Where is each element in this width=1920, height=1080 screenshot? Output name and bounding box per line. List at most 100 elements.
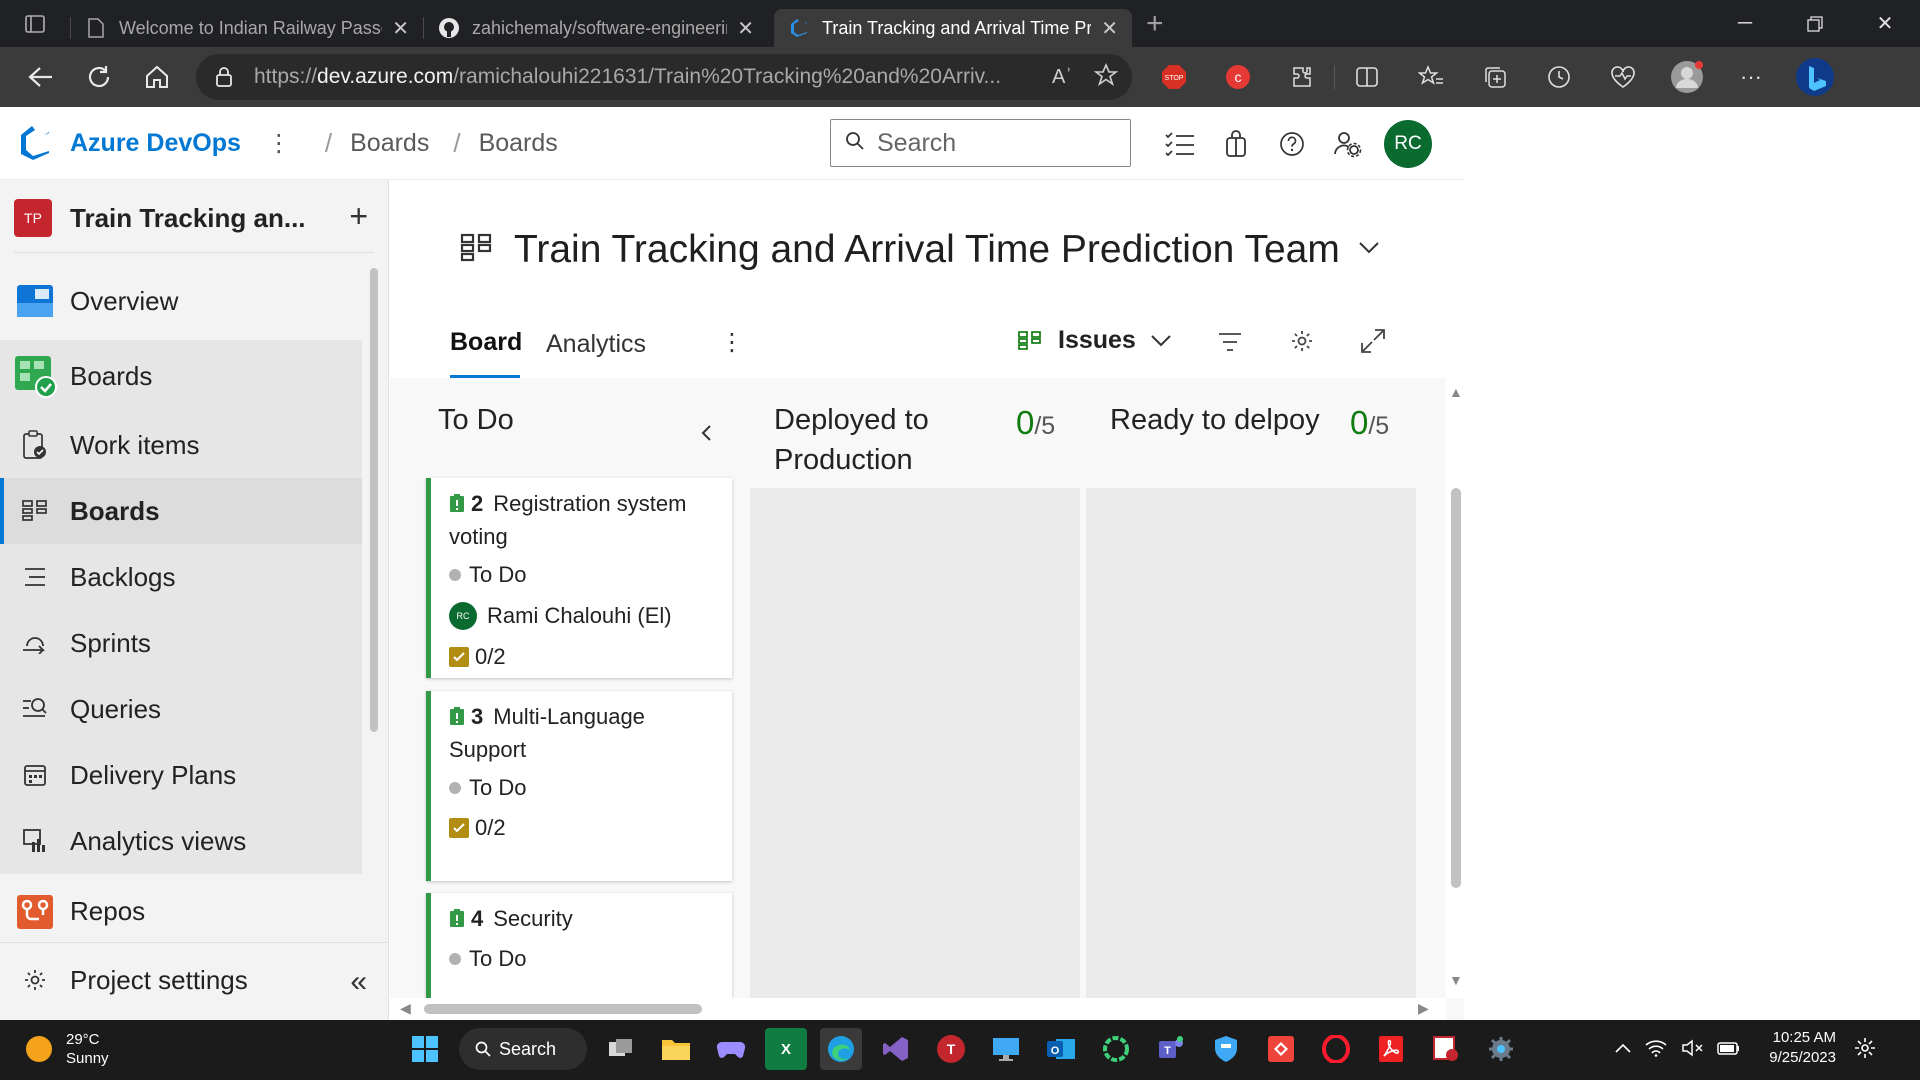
remote-desktop-icon[interactable]: [985, 1028, 1027, 1070]
extension-c-icon[interactable]: c: [1206, 52, 1270, 102]
fullscreen-icon[interactable]: [1360, 328, 1386, 359]
close-window-icon[interactable]: ✕: [1850, 0, 1920, 47]
scrollbar-thumb[interactable]: [1451, 488, 1461, 888]
notification-settings-icon[interactable]: [1854, 1037, 1876, 1059]
card-title[interactable]: 2 Registration system voting: [449, 488, 718, 552]
close-tab-icon[interactable]: ✕: [1101, 16, 1118, 41]
scroll-left-icon[interactable]: ◀: [400, 1000, 411, 1017]
stop-ads-extension-icon[interactable]: STOP: [1142, 52, 1206, 102]
back-icon[interactable]: [16, 52, 66, 102]
new-tab-icon[interactable]: +: [1146, 7, 1164, 41]
search-box[interactable]: [830, 119, 1131, 167]
t-app-icon[interactable]: T: [930, 1028, 972, 1070]
task-list-icon[interactable]: [1152, 121, 1208, 167]
user-avatar[interactable]: RC: [1384, 120, 1432, 168]
browser-essentials-icon[interactable]: [1591, 52, 1655, 102]
browser-tab-railway[interactable]: Welcome to Indian Railway Passe ✕: [71, 9, 423, 47]
anydesk-icon[interactable]: [1260, 1028, 1302, 1070]
work-item-card[interactable]: 3 Multi-Language Support To Do 0/2: [426, 691, 732, 881]
settings-gear-icon[interactable]: [1290, 329, 1314, 358]
teams-icon[interactable]: T: [1150, 1028, 1192, 1070]
collections-icon[interactable]: [1463, 52, 1527, 102]
taskbar-search[interactable]: Search: [459, 1028, 587, 1070]
more-options-icon[interactable]: ···: [1719, 52, 1783, 102]
system-clock[interactable]: 10:25 AM 9/25/2023: [1769, 1028, 1836, 1068]
file-explorer-icon[interactable]: [655, 1028, 697, 1070]
address-field[interactable]: https://dev.azure.com/ramichalouhi221631…: [196, 54, 1132, 100]
card-child-tasks[interactable]: 0/2: [449, 815, 718, 841]
tab-analytics[interactable]: Analytics: [546, 310, 646, 378]
board-horizontal-scrollbar[interactable]: ◀ ▶: [390, 998, 1446, 1020]
collapse-nav-icon[interactable]: «: [350, 965, 367, 999]
nav-item-sprints[interactable]: Sprints: [0, 610, 362, 676]
card-title[interactable]: 3 Multi-Language Support: [449, 701, 718, 765]
nav-item-repos[interactable]: Repos: [0, 880, 362, 942]
nav-item-overview[interactable]: Overview: [0, 268, 362, 334]
nav-item-delivery-plans[interactable]: Delivery Plans: [0, 742, 362, 808]
azure-devops-logo-icon[interactable]: [14, 122, 56, 164]
chevron-down-icon[interactable]: [1358, 241, 1380, 260]
ring-app-icon[interactable]: [1095, 1028, 1137, 1070]
profile-avatar-icon[interactable]: [1655, 52, 1719, 102]
scroll-right-icon[interactable]: ▶: [1418, 1000, 1429, 1017]
visual-studio-icon[interactable]: [875, 1028, 917, 1070]
minimize-icon[interactable]: ─: [1710, 0, 1780, 47]
search-input[interactable]: [877, 128, 1107, 158]
shield-app-icon[interactable]: [1205, 1028, 1247, 1070]
ado-brand[interactable]: Azure DevOps: [70, 129, 241, 158]
nav-scrollbar[interactable]: [370, 268, 378, 732]
weather-widget[interactable]: 29°C Sunny: [26, 1030, 109, 1068]
outlook-icon[interactable]: O: [1040, 1028, 1082, 1070]
chevron-up-icon[interactable]: [1615, 1043, 1631, 1053]
nav-item-queries[interactable]: Queries: [0, 676, 362, 742]
marketplace-bag-icon[interactable]: [1208, 121, 1264, 167]
breadcrumb-boards-hub[interactable]: Boards: [350, 129, 429, 158]
favorites-icon[interactable]: [1399, 52, 1463, 102]
volume-muted-icon[interactable]: [1681, 1039, 1703, 1057]
more-actions-icon[interactable]: ⋮: [720, 328, 744, 357]
task-view-icon[interactable]: [600, 1028, 642, 1070]
favorite-star-icon[interactable]: [1093, 62, 1119, 92]
acrobat-icon[interactable]: [1370, 1028, 1412, 1070]
user-settings-icon[interactable]: [1320, 121, 1376, 167]
lock-icon[interactable]: [212, 65, 236, 89]
backlog-level-dropdown[interactable]: Issues: [1018, 326, 1172, 355]
opera-icon[interactable]: [1315, 1028, 1357, 1070]
project-name[interactable]: Train Tracking an...: [70, 203, 306, 234]
bing-copilot-icon[interactable]: [1783, 52, 1847, 102]
work-item-title[interactable]: Security: [493, 906, 572, 931]
work-item-card[interactable]: 4 Security To Do: [426, 893, 732, 998]
nav-item-boards[interactable]: Boards: [0, 478, 362, 544]
chevron-left-icon[interactable]: [700, 424, 712, 447]
work-item-title[interactable]: Registration system voting: [449, 491, 686, 549]
project-selector[interactable]: TP Train Tracking an... +: [14, 196, 374, 240]
browser-tab-azure-devops[interactable]: Train Tracking and Arrival Time Pr ✕: [774, 9, 1132, 47]
refresh-icon[interactable]: [74, 52, 124, 102]
battery-icon[interactable]: [1717, 1040, 1741, 1056]
nav-item-backlogs[interactable]: Backlogs: [0, 544, 362, 610]
team-selector[interactable]: Train Tracking and Arrival Time Predicti…: [460, 228, 1380, 272]
nav-item-boards-hub[interactable]: Boards: [0, 340, 362, 412]
add-icon[interactable]: +: [349, 198, 368, 235]
browser-tab-github[interactable]: zahichemaly/software-engineerin ✕: [424, 9, 768, 47]
close-tab-icon[interactable]: ✕: [737, 16, 754, 41]
breadcrumb-boards[interactable]: Boards: [479, 129, 558, 158]
close-tab-icon[interactable]: ✕: [392, 16, 409, 41]
gaming-icon[interactable]: [710, 1028, 752, 1070]
start-windows-icon[interactable]: [404, 1028, 446, 1070]
board-vertical-scrollbar[interactable]: ▲ ▼: [1446, 378, 1464, 998]
read-aloud-icon[interactable]: Aʾ: [1052, 66, 1072, 89]
tab-board[interactable]: Board: [450, 310, 522, 378]
card-child-tasks[interactable]: 0/2: [449, 644, 718, 670]
history-icon[interactable]: [1527, 52, 1591, 102]
help-icon[interactable]: [1264, 121, 1320, 167]
scroll-up-icon[interactable]: ▲: [1449, 384, 1463, 400]
excel-icon[interactable]: X: [765, 1028, 807, 1070]
home-icon[interactable]: [132, 52, 182, 102]
card-assignee[interactable]: RC Rami Chalouhi (El): [449, 602, 718, 630]
filter-icon[interactable]: [1218, 332, 1242, 357]
edge-browser-icon[interactable]: [820, 1028, 862, 1070]
project-settings-button[interactable]: Project settings: [0, 955, 389, 1005]
settings-app-icon[interactable]: [1480, 1028, 1522, 1070]
wifi-icon[interactable]: [1645, 1039, 1667, 1057]
